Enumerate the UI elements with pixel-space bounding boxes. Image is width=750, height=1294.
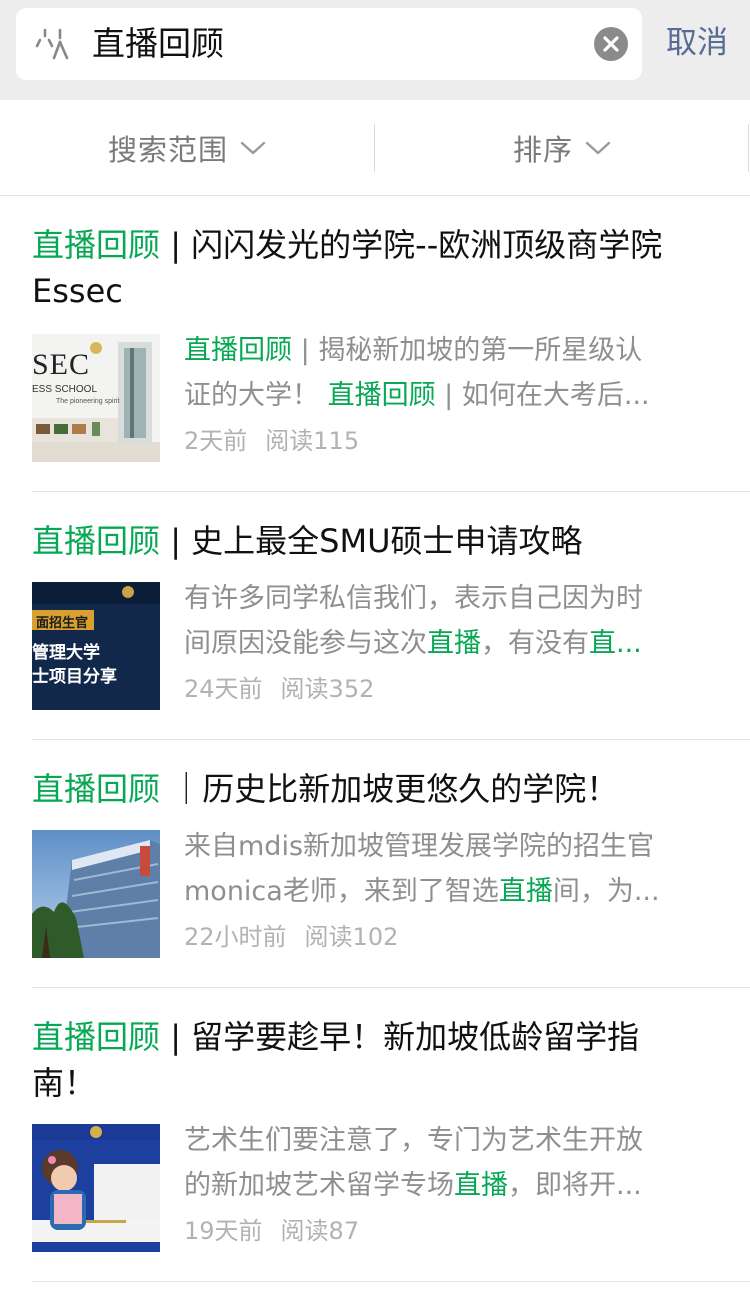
- result-snippet: 来自mdis新加坡管理发展学院的招生官 monica老师，来到了智选直播间，为.…: [184, 831, 660, 907]
- title-highlight: 直播回顾: [32, 522, 161, 560]
- publish-time: 24天前: [184, 675, 263, 703]
- result-thumbnail: 面招生官 管理大学 士项目分享: [32, 582, 160, 710]
- search-result-item[interactable]: 直播回顾 | 闪闪发光的学院--欧洲顶级商学院 Essec SEC ESS SC…: [0, 196, 750, 492]
- search-result-item[interactable]: 直播回顾 | 史上最全SMU硕士申请攻略 面招生官 管理大学 士项目分享 有许多…: [0, 492, 750, 740]
- search-icon: [35, 28, 69, 60]
- clear-search-button[interactable]: [594, 27, 628, 61]
- filter-divider: [748, 124, 749, 172]
- search-result-item[interactable]: 直播回顾 | 留学要趁早！新加坡低龄留学指 南！ 艺术生们要注意了，专门为艺术生…: [0, 988, 750, 1282]
- result-title: 直播回顾 | 闪闪发光的学院--欧洲顶级商学院 Essec: [32, 222, 722, 314]
- title-text-line2: Essec: [32, 272, 123, 310]
- result-title: 直播回顾 | 史上最全SMU硕士申请攻略: [32, 518, 722, 564]
- thumb-tagline: The pioneering spirit: [56, 398, 120, 405]
- search-header: 直播回顾 取消: [0, 0, 750, 100]
- chevron-down-icon: [585, 141, 611, 155]
- search-input[interactable]: 直播回顾: [92, 22, 224, 66]
- result-meta: 22小时前 阅读102: [184, 920, 398, 954]
- cancel-button[interactable]: 取消: [666, 22, 728, 64]
- thumb-text: 面招生官: [36, 616, 89, 631]
- sort-dropdown[interactable]: 排序: [374, 100, 750, 196]
- search-scope-label: 搜索范围: [107, 133, 228, 167]
- result-title: 直播回顾 | 留学要趁早！新加坡低龄留学指 南！: [32, 1014, 722, 1106]
- search-box[interactable]: 直播回顾: [16, 8, 642, 80]
- title-text: | 闪闪发光的学院--欧洲顶级商学院: [160, 226, 663, 264]
- read-count: 阅读87: [280, 1217, 360, 1245]
- result-thumbnail: SEC ESS SCHOOL The pioneering spirit: [32, 334, 160, 462]
- thumb-logo-subtext: ESS SCHOOL: [32, 384, 98, 395]
- filter-bar: 搜索范围 排序: [0, 100, 750, 196]
- title-text: ｜历史比新加坡更悠久的学院！: [160, 770, 619, 808]
- sort-label: 排序: [512, 133, 573, 167]
- close-icon: [603, 36, 619, 52]
- title-highlight: 直播回顾: [32, 1018, 161, 1056]
- result-thumbnail: [32, 1124, 160, 1252]
- result-meta: 24天前 阅读352: [184, 672, 374, 706]
- result-separator: [32, 1281, 750, 1282]
- title-text-line2: 南！: [32, 1064, 97, 1102]
- result-snippet: 直播回顾 | 揭秘新加坡的第一所星级认 证的大学！ 直播回顾 | 如何在大考后.…: [184, 335, 650, 411]
- chevron-down-icon: [240, 141, 266, 155]
- publish-time: 2天前: [184, 427, 248, 455]
- title-text: | 史上最全SMU硕士申请攻略: [160, 522, 583, 560]
- read-count: 阅读115: [265, 427, 360, 455]
- publish-time: 19天前: [184, 1217, 263, 1245]
- search-result-item[interactable]: 直播回顾 ｜历史比新加坡更悠久的学院！ 来自mdis新加坡管理发展学院的招生官 …: [0, 740, 750, 988]
- title-text: | 留学要趁早！新加坡低龄留学指: [160, 1018, 640, 1056]
- thumb-logo-text: SEC: [32, 348, 91, 381]
- title-highlight: 直播回顾: [32, 770, 161, 808]
- read-count: 阅读102: [304, 923, 399, 951]
- result-meta: 19天前 阅读87: [184, 1214, 359, 1248]
- result-meta: 2天前 阅读115: [184, 424, 359, 458]
- read-count: 阅读352: [280, 675, 375, 703]
- result-snippet: 有许多同学私信我们，表示自己因为时 间原因没能参与这次直播，有没有直...: [184, 583, 643, 659]
- publish-time: 22小时前: [184, 923, 287, 951]
- thumb-text: 士项目分享: [32, 667, 117, 687]
- search-scope-dropdown[interactable]: 搜索范围: [0, 100, 374, 196]
- result-snippet: 艺术生们要注意了，专门为艺术生开放 的新加坡艺术留学专场直播，即将开...: [184, 1125, 643, 1201]
- title-highlight: 直播回顾: [32, 226, 161, 264]
- thumb-text: 管理大学: [32, 643, 100, 663]
- result-thumbnail: [32, 830, 160, 958]
- result-title: 直播回顾 ｜历史比新加坡更悠久的学院！: [32, 766, 722, 812]
